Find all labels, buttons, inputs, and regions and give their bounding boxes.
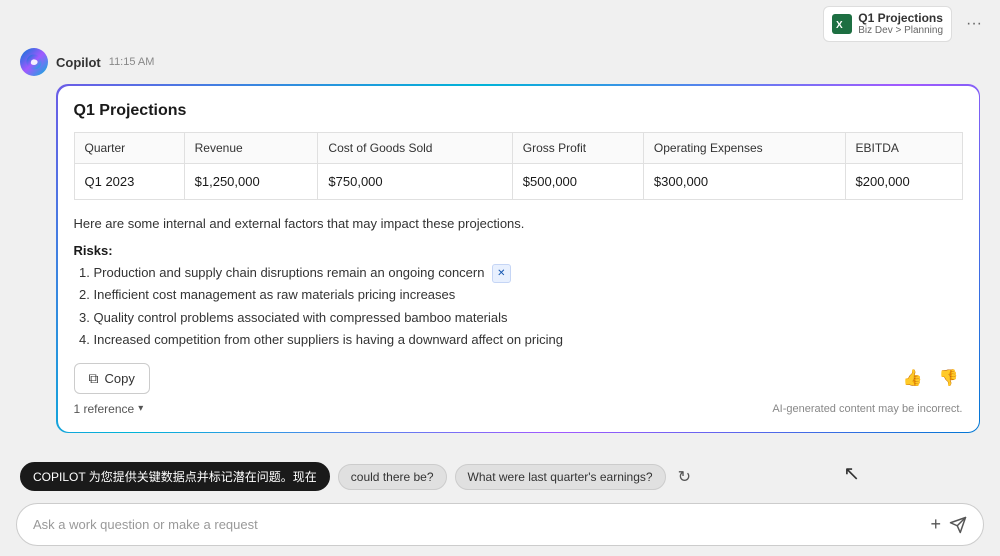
- excel-icon: X: [832, 14, 852, 34]
- top-bar: X Q1 Projections Biz Dev > Planning ···: [0, 0, 1000, 48]
- cell-quarter: Q1 2023: [74, 163, 184, 199]
- col-revenue: Revenue: [184, 132, 318, 163]
- input-actions: +: [930, 514, 967, 535]
- input-bar[interactable]: Ask a work question or make a request +: [16, 503, 984, 546]
- cell-revenue: $1,250,000: [184, 163, 318, 199]
- cell-op-expenses: $300,000: [643, 163, 845, 199]
- feedback-icons: 👍 👎: [899, 364, 963, 392]
- copy-button[interactable]: ⧉ Copy: [74, 363, 150, 394]
- paragraph-text: Here are some internal and external fact…: [74, 214, 963, 234]
- reference-label: 1 reference: [74, 402, 135, 416]
- input-placeholder-text: Ask a work question or make a request: [33, 517, 258, 532]
- card-title: Q1 Projections: [74, 102, 963, 120]
- copilot-avatar: [20, 48, 48, 76]
- card-footer: ⧉ Copy 👍 👎: [74, 363, 963, 394]
- table-row: Q1 2023 $1,250,000 $750,000 $500,000 $30…: [74, 163, 962, 199]
- send-button[interactable]: [949, 516, 967, 534]
- highlighted-suggestion[interactable]: COPILOT 为您提供关键数据点并标记潜在问题。现在: [20, 462, 330, 491]
- message-card: Q1 Projections Quarter Revenue Cost of G…: [58, 86, 979, 432]
- risks-section: Risks: Production and supply chain disru…: [74, 243, 963, 350]
- badge-text: Q1 Projections Biz Dev > Planning: [858, 11, 943, 37]
- table-header-row: Quarter Revenue Cost of Goods Sold Gross…: [74, 132, 962, 163]
- suggestion-chip-1[interactable]: could there be?: [338, 464, 447, 490]
- risk-1-text: Production and supply chain disruptions …: [94, 265, 485, 280]
- ai-disclaimer: AI-generated content may be incorrect.: [772, 403, 962, 415]
- copy-label: Copy: [105, 371, 135, 386]
- cell-gross-profit: $500,000: [512, 163, 643, 199]
- col-quarter: Quarter: [74, 132, 184, 163]
- copy-icon: ⧉: [89, 370, 99, 387]
- col-ebitda: EBITDA: [845, 132, 962, 163]
- refresh-button[interactable]: ↻: [678, 467, 691, 487]
- suggestion-chip-2[interactable]: What were last quarter's earnings?: [455, 464, 666, 490]
- chevron-down-icon: ▾: [138, 403, 143, 414]
- thumbs-up-button[interactable]: 👍: [899, 364, 927, 392]
- svg-text:X: X: [836, 20, 843, 31]
- risk-tag: ✕: [492, 264, 510, 283]
- reference-link[interactable]: 1 reference ▾: [74, 402, 144, 416]
- add-button[interactable]: +: [930, 514, 941, 535]
- message-time: 11:15 AM: [109, 56, 155, 68]
- col-cogs: Cost of Goods Sold: [318, 132, 512, 163]
- copilot-name: Copilot: [56, 55, 101, 70]
- message-card-wrapper: Q1 Projections Quarter Revenue Cost of G…: [56, 84, 980, 433]
- risks-list: Production and supply chain disruptions …: [74, 262, 963, 350]
- list-item: Inefficient cost management as raw mater…: [94, 284, 963, 306]
- excel-badge[interactable]: X Q1 Projections Biz Dev > Planning: [823, 6, 952, 42]
- badge-title: Q1 Projections: [858, 11, 943, 25]
- copilot-header: Copilot 11:15 AM: [20, 48, 980, 76]
- col-gross-profit: Gross Profit: [512, 132, 643, 163]
- badge-subtitle: Biz Dev > Planning: [858, 25, 943, 37]
- list-item: Quality control problems associated with…: [94, 307, 963, 329]
- suggestion-bar: COPILOT 为您提供关键数据点并标记潜在问题。现在 could there …: [0, 456, 1000, 497]
- risks-title: Risks:: [74, 243, 963, 258]
- list-item: Increased competition from other supplie…: [94, 329, 963, 351]
- cell-ebitda: $200,000: [845, 163, 962, 199]
- chat-area: Copilot 11:15 AM Q1 Projections Quarter …: [0, 48, 1000, 456]
- col-op-expenses: Operating Expenses: [643, 132, 845, 163]
- projections-table: Quarter Revenue Cost of Goods Sold Gross…: [74, 132, 963, 200]
- more-button[interactable]: ···: [960, 13, 988, 35]
- reference-bar: 1 reference ▾ AI-generated content may b…: [74, 402, 963, 416]
- list-item: Production and supply chain disruptions …: [94, 262, 963, 284]
- thumbs-down-button[interactable]: 👎: [935, 364, 963, 392]
- cell-cogs: $750,000: [318, 163, 512, 199]
